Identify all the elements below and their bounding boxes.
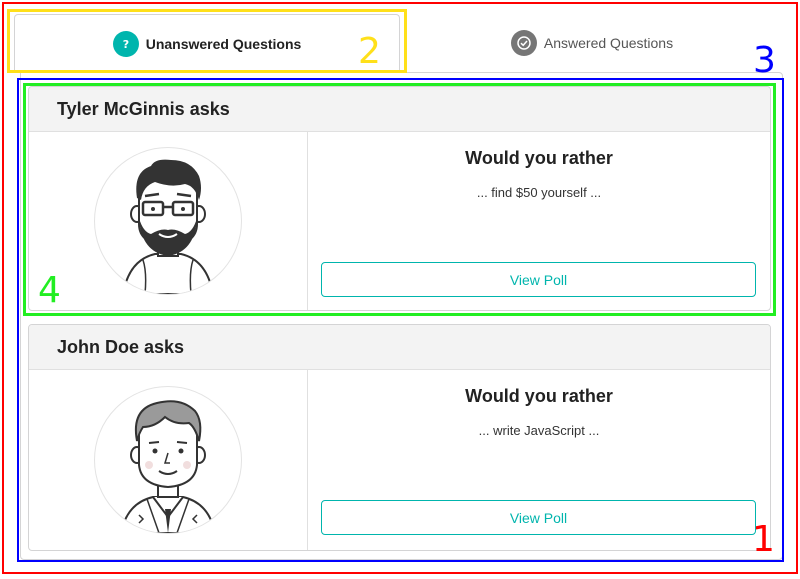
annotation-number-1: 1 xyxy=(752,519,775,560)
annotation-box-2 xyxy=(7,9,407,73)
annotation-number-3: 3 xyxy=(753,40,776,81)
annotation-number-4: 4 xyxy=(38,270,61,311)
annotation-box-4 xyxy=(23,83,776,316)
annotation-number-2: 2 xyxy=(358,31,381,72)
